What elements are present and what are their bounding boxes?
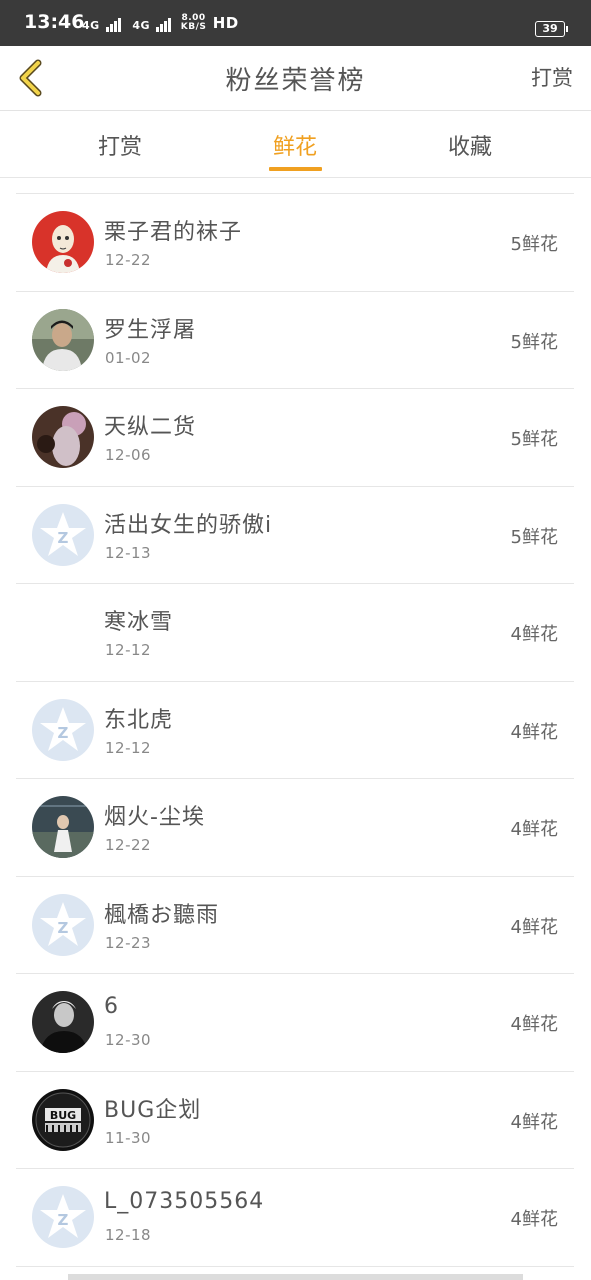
avatar <box>32 601 94 663</box>
flower-count: 4鲜花 <box>510 1111 558 1133</box>
flower-count: 4鲜花 <box>510 624 558 645</box>
fan-date: 12-22 <box>105 836 152 854</box>
default-avatar-icon: Z <box>32 893 94 956</box>
tab-bar: 打赏 鲜花 收藏 <box>0 111 591 178</box>
signal-icon <box>106 18 122 32</box>
flower-count: 4鲜花 <box>510 819 558 840</box>
fan-name: 天纵二货 <box>104 415 197 440</box>
flower-count: 4鲜花 <box>510 1014 558 1035</box>
tab-flowers[interactable]: 鲜花 <box>235 129 355 161</box>
flower-count: 5鲜花 <box>510 526 558 548</box>
list-item[interactable]: Z 东北虎 12-12 4鲜花 <box>16 682 574 779</box>
list-item[interactable]: 栗子君的袜子 12-22 5鲜花 <box>16 194 574 292</box>
flower-count: 4鲜花 <box>510 1209 558 1230</box>
network-indicators: 4G 4G 8.00 KB/S HD <box>82 14 239 32</box>
fan-date: 12-30 <box>105 1031 152 1049</box>
battery-level: 39 <box>542 22 558 35</box>
battery-icon: 39 <box>535 21 568 37</box>
active-tab-indicator <box>269 167 322 171</box>
default-avatar-icon: Z <box>32 698 94 761</box>
fan-list: 栗子君的袜子 12-22 5鲜花 罗生浮屠 01-02 5鲜花 天纵二货 12-… <box>16 193 574 1267</box>
avatar <box>32 796 94 858</box>
svg-text:Z: Z <box>58 724 69 742</box>
hd-indicator: HD <box>212 14 239 32</box>
list-item[interactable]: 烟火-尘埃 12-22 4鲜花 <box>16 779 574 877</box>
fan-date: 12-12 <box>105 738 152 757</box>
bottom-scroll-indicator <box>68 1274 523 1280</box>
list-item[interactable]: 6 12-30 4鲜花 <box>16 974 574 1072</box>
flower-count: 4鲜花 <box>510 916 558 938</box>
flower-count: 5鲜花 <box>510 234 558 255</box>
fan-date: 12-23 <box>105 933 152 952</box>
fan-date: 12-22 <box>105 251 152 269</box>
network-type-2: 4G <box>132 19 151 32</box>
status-bar: 13:46 4G 4G 8.00 KB/S HD 39 <box>0 0 591 46</box>
fan-name: 活出女生的骄傲i <box>104 512 273 538</box>
network-type-1: 4G <box>82 19 100 32</box>
tip-button[interactable]: 打赏 <box>531 62 573 92</box>
list-item[interactable]: BUG BUG企划 11-30 4鲜花 <box>16 1072 574 1169</box>
fan-date: 12-06 <box>105 446 152 464</box>
logo-avatar: BUG <box>32 1088 94 1151</box>
default-avatar-icon: Z <box>32 1186 94 1248</box>
fan-name: BUG企划 <box>104 1097 202 1123</box>
list-item[interactable]: 寒冰雪 12-12 4鲜花 <box>16 584 574 682</box>
fan-date: 01-02 <box>105 348 152 367</box>
fan-name: 烟火-尘埃 <box>104 805 205 830</box>
tab-tips[interactable]: 打赏 <box>60 129 180 161</box>
signal-icon <box>156 18 172 32</box>
app-header: 粉丝荣誉榜 打赏 <box>0 46 591 111</box>
status-time: 13:46 <box>24 11 85 33</box>
svg-text:BUG: BUG <box>50 1109 76 1122</box>
net-speed-unit: KB/S <box>180 22 207 32</box>
fan-name: L_073505564 <box>104 1189 265 1214</box>
avatar <box>32 406 94 468</box>
flower-count: 4鲜花 <box>510 721 558 743</box>
flower-count: 5鲜花 <box>510 429 558 450</box>
list-item[interactable]: 天纵二货 12-06 5鲜花 <box>16 389 574 487</box>
list-item[interactable]: Z 活出女生的骄傲i 12-13 5鲜花 <box>16 487 574 584</box>
flower-count: 5鲜花 <box>510 331 558 353</box>
fan-date: 12-18 <box>105 1226 152 1244</box>
fan-name: 罗生浮屠 <box>104 317 197 343</box>
svg-text:Z: Z <box>58 1211 69 1229</box>
avatar <box>32 308 94 371</box>
svg-text:Z: Z <box>58 919 69 937</box>
net-speed: 8.00 KB/S <box>181 14 207 32</box>
list-item[interactable]: 罗生浮屠 01-02 5鲜花 <box>16 292 574 389</box>
fan-date: 11-30 <box>105 1128 152 1147</box>
fan-name: 6 <box>104 994 119 1019</box>
fan-name: 东北虎 <box>104 707 174 733</box>
avatar <box>32 211 94 273</box>
default-avatar-icon: Z <box>32 503 94 566</box>
fan-name: 楓橋お聽雨 <box>104 902 220 928</box>
list-item[interactable]: Z 楓橋お聽雨 12-23 4鲜花 <box>16 877 574 974</box>
svg-text:Z: Z <box>58 529 69 547</box>
fan-name: 栗子君的袜子 <box>104 220 243 245</box>
page-title: 粉丝荣誉榜 <box>225 66 366 96</box>
fan-date: 12-12 <box>105 641 152 659</box>
tab-favorites[interactable]: 收藏 <box>410 129 530 161</box>
list-item[interactable]: Z L_073505564 12-18 4鲜花 <box>16 1169 574 1267</box>
avatar <box>32 991 94 1053</box>
fan-date: 12-13 <box>105 543 152 562</box>
fan-name: 寒冰雪 <box>104 610 174 635</box>
